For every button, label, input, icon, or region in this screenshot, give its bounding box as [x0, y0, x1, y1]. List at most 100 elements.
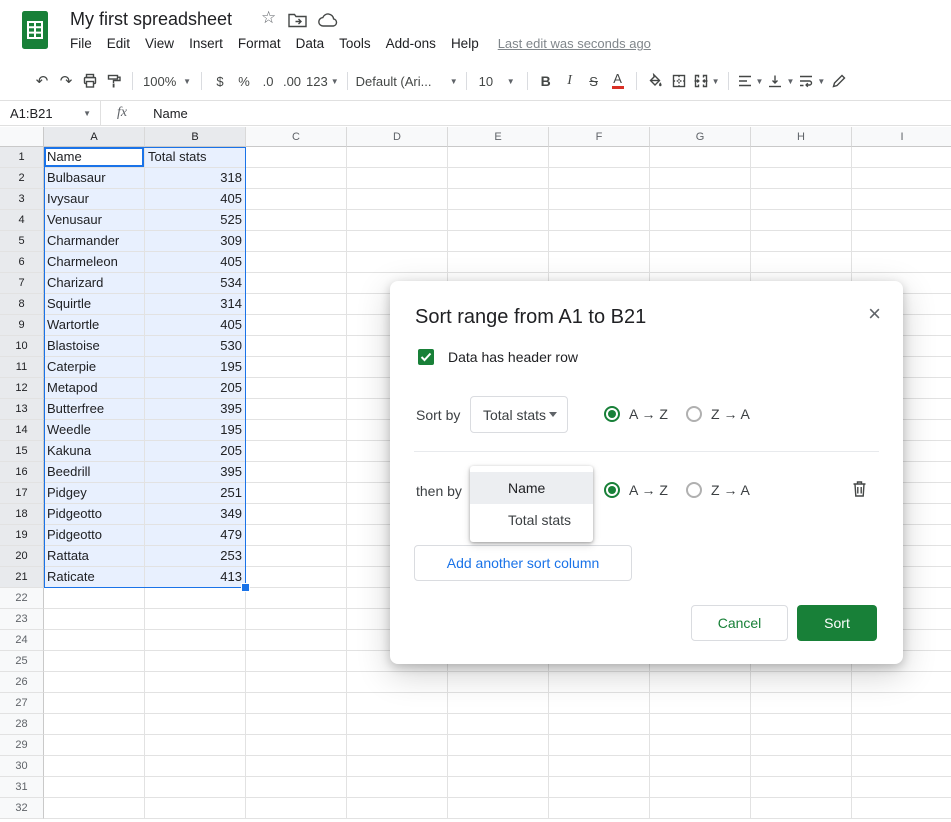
menu-help[interactable]: Help	[451, 36, 479, 51]
cell-B8[interactable]: 314	[145, 294, 246, 315]
cell-A2[interactable]: Bulbasaur	[44, 168, 145, 189]
sheets-logo[interactable]	[22, 11, 48, 49]
column-header-I[interactable]: I	[852, 127, 951, 147]
cell-E31[interactable]	[448, 777, 549, 798]
cell-F28[interactable]	[549, 714, 650, 735]
cell-G5[interactable]	[650, 231, 751, 252]
italic-button[interactable]: I	[558, 68, 582, 94]
cell-B16[interactable]: 395	[145, 462, 246, 483]
cell-A5[interactable]: Charmander	[44, 231, 145, 252]
row-header-8[interactable]: 8	[0, 294, 44, 315]
column-header-B[interactable]: B	[145, 127, 246, 147]
row-header-20[interactable]: 20	[0, 546, 44, 567]
cell-C24[interactable]	[246, 630, 347, 651]
cancel-button[interactable]: Cancel	[691, 605, 788, 641]
cell-B11[interactable]: 195	[145, 357, 246, 378]
strikethrough-button[interactable]: S	[582, 68, 606, 94]
cell-A21[interactable]: Raticate	[44, 567, 145, 588]
cell-H27[interactable]	[751, 693, 852, 714]
row-header-15[interactable]: 15	[0, 441, 44, 462]
cell-C3[interactable]	[246, 189, 347, 210]
cell-F27[interactable]	[549, 693, 650, 714]
cell-C25[interactable]	[246, 651, 347, 672]
document-title[interactable]: My first spreadsheet	[70, 9, 232, 30]
cell-C13[interactable]	[246, 399, 347, 420]
cell-I5[interactable]	[852, 231, 951, 252]
cell-C10[interactable]	[246, 336, 347, 357]
font-family-select[interactable]: Default (Ari... ▼	[354, 68, 460, 94]
name-box[interactable]: A1:B21 ▼	[0, 101, 100, 125]
cell-C32[interactable]	[246, 798, 347, 819]
cell-G6[interactable]	[650, 252, 751, 273]
cell-A22[interactable]	[44, 588, 145, 609]
cell-D30[interactable]	[347, 756, 448, 777]
cell-A6[interactable]: Charmeleon	[44, 252, 145, 273]
cell-B18[interactable]: 349	[145, 504, 246, 525]
row-header-6[interactable]: 6	[0, 252, 44, 273]
cell-B9[interactable]: 405	[145, 315, 246, 336]
cell-A10[interactable]: Blastoise	[44, 336, 145, 357]
cell-D31[interactable]	[347, 777, 448, 798]
cell-C16[interactable]	[246, 462, 347, 483]
cell-I31[interactable]	[852, 777, 951, 798]
cell-I4[interactable]	[852, 210, 951, 231]
cell-A28[interactable]	[44, 714, 145, 735]
cell-A8[interactable]: Squirtle	[44, 294, 145, 315]
cell-C28[interactable]	[246, 714, 347, 735]
row-header-10[interactable]: 10	[0, 336, 44, 357]
cell-C17[interactable]	[246, 483, 347, 504]
row-header-4[interactable]: 4	[0, 210, 44, 231]
add-sort-column-button[interactable]: Add another sort column	[414, 545, 632, 581]
cell-G3[interactable]	[650, 189, 751, 210]
cell-B12[interactable]: 205	[145, 378, 246, 399]
cell-E1[interactable]	[448, 147, 549, 168]
cell-B4[interactable]: 525	[145, 210, 246, 231]
cell-B23[interactable]	[145, 609, 246, 630]
cell-A32[interactable]	[44, 798, 145, 819]
cell-C19[interactable]	[246, 525, 347, 546]
cell-A11[interactable]: Caterpie	[44, 357, 145, 378]
cell-D32[interactable]	[347, 798, 448, 819]
text-color-button[interactable]: A	[606, 68, 630, 94]
column-header-F[interactable]: F	[549, 127, 650, 147]
menu-option-total-stats[interactable]: Total stats	[470, 504, 593, 536]
cell-A30[interactable]	[44, 756, 145, 777]
menu-option-name[interactable]: Name	[470, 472, 593, 504]
row-header-11[interactable]: 11	[0, 357, 44, 378]
cell-D28[interactable]	[347, 714, 448, 735]
cell-A9[interactable]: Wartortle	[44, 315, 145, 336]
column-header-E[interactable]: E	[448, 127, 549, 147]
menu-data[interactable]: Data	[296, 36, 325, 51]
cell-B29[interactable]	[145, 735, 246, 756]
cell-A18[interactable]: Pidgeotto	[44, 504, 145, 525]
cell-A12[interactable]: Metapod	[44, 378, 145, 399]
cell-I27[interactable]	[852, 693, 951, 714]
cell-I32[interactable]	[852, 798, 951, 819]
cell-E6[interactable]	[448, 252, 549, 273]
vertical-align-button[interactable]: ▼	[765, 68, 796, 94]
sort-button[interactable]: Sort	[797, 605, 877, 641]
cell-H5[interactable]	[751, 231, 852, 252]
cell-C12[interactable]	[246, 378, 347, 399]
cell-B17[interactable]: 251	[145, 483, 246, 504]
cell-A13[interactable]: Butterfree	[44, 399, 145, 420]
paint-format-button[interactable]	[102, 68, 126, 94]
cell-B26[interactable]	[145, 672, 246, 693]
cell-A14[interactable]: Weedle	[44, 420, 145, 441]
row-header-3[interactable]: 3	[0, 189, 44, 210]
header-row-checkbox[interactable]	[418, 349, 434, 365]
cell-H6[interactable]	[751, 252, 852, 273]
cell-A23[interactable]	[44, 609, 145, 630]
cell-H3[interactable]	[751, 189, 852, 210]
menu-insert[interactable]: Insert	[189, 36, 223, 51]
cell-C31[interactable]	[246, 777, 347, 798]
cell-B2[interactable]: 318	[145, 168, 246, 189]
cell-B15[interactable]: 205	[145, 441, 246, 462]
cell-D26[interactable]	[347, 672, 448, 693]
text-wrap-button[interactable]: ▼	[796, 68, 827, 94]
cell-C21[interactable]	[246, 567, 347, 588]
cell-H26[interactable]	[751, 672, 852, 693]
row-header-30[interactable]: 30	[0, 756, 44, 777]
zoom-select[interactable]: 100% ▼	[139, 68, 195, 94]
row-header-18[interactable]: 18	[0, 504, 44, 525]
